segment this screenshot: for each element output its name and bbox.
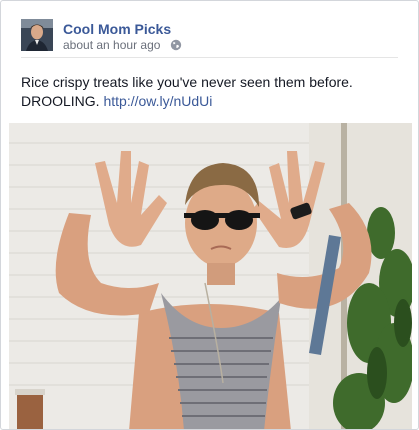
post-meta: about an hour ago — [63, 38, 182, 54]
post-body: Rice crispy treats like you've never see… — [21, 73, 406, 111]
post-header: Cool Mom Picks about an hour ago — [21, 19, 408, 55]
header-divider — [21, 57, 398, 58]
post-timestamp[interactable]: about an hour ago — [63, 38, 160, 52]
avatar[interactable] — [21, 19, 53, 51]
globe-icon[interactable] — [170, 39, 182, 54]
post-link[interactable]: http://ow.ly/nUdUi — [103, 93, 212, 109]
author-name[interactable]: Cool Mom Picks — [63, 21, 171, 37]
facebook-post-card: Cool Mom Picks about an hour ago Rice cr… — [0, 0, 419, 430]
post-photo[interactable] — [9, 123, 412, 429]
